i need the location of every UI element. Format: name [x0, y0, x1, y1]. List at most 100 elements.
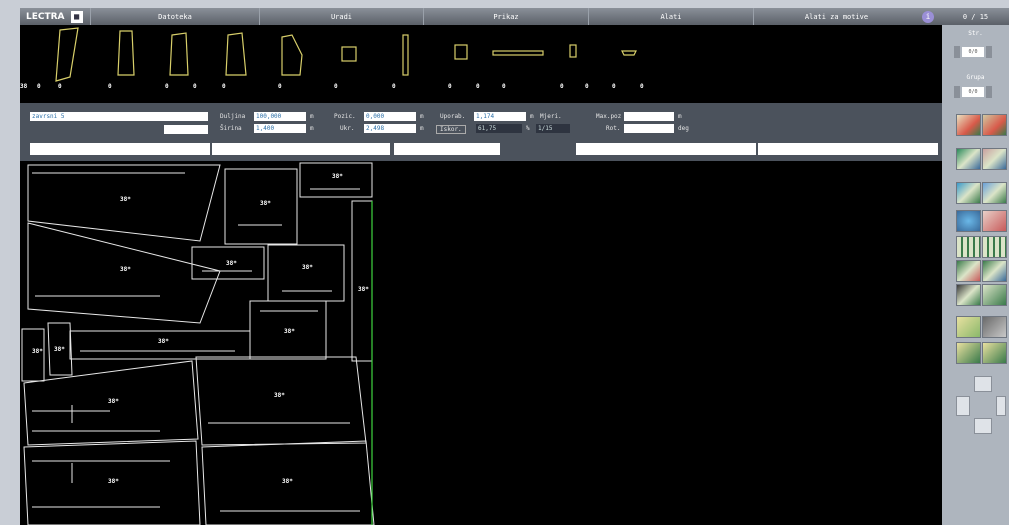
swap-piece-tool-icon[interactable] — [982, 114, 1007, 136]
block-tool-icon[interactable] — [982, 260, 1007, 282]
grupa-spinner[interactable]: 0/0 — [954, 86, 998, 98]
status-field-2 — [212, 143, 390, 155]
texture-tool-icon[interactable] — [982, 316, 1007, 338]
layer2-tool-icon[interactable] — [982, 342, 1007, 364]
strip-count: 0 — [640, 83, 644, 90]
strip-count: 0 — [502, 83, 506, 90]
piece-strip-thumbnails[interactable]: 38 0 0 0 0 0 0 0 0 0 0 0 0 0 0 0 0 — [20, 25, 942, 103]
zoom-tool-icon[interactable] — [956, 210, 981, 232]
right-panel: 0 / 15 Str. 0/0 Grupa 0/0 — [942, 8, 1009, 525]
str-spinner[interactable]: 0/0 — [954, 46, 998, 58]
pattern-piece — [195, 356, 367, 446]
match-tool-icon[interactable] — [956, 260, 981, 282]
strip-count: 0 — [585, 83, 589, 90]
status-field-3 — [394, 143, 500, 155]
arrow-right-icon[interactable] — [986, 86, 992, 98]
strip-count: 0 — [476, 83, 480, 90]
uporab-label: Uporab. — [440, 113, 466, 120]
status-field-1 — [30, 143, 210, 155]
info-bar: zavrsni 5 Duljina 100,000 m Širina 1,400… — [20, 103, 942, 161]
buffer-tool-icon[interactable] — [956, 284, 981, 306]
pattern-piece — [21, 328, 45, 382]
piece-label: 38* — [274, 392, 285, 399]
nav-right-icon[interactable] — [996, 396, 1006, 416]
marker-canvas[interactable]: 38* 38* 38* 38* 38* 38* 38* 38* 38* 38* … — [20, 161, 942, 525]
str-label: Str. — [968, 30, 983, 37]
piece-label: 38* — [260, 200, 271, 207]
delete-tool-icon[interactable] — [982, 210, 1007, 232]
pozic-field[interactable]: 0,000 — [364, 112, 416, 121]
menu-uradi[interactable]: Uradi — [259, 8, 423, 25]
duljina-label: Duljina — [220, 113, 246, 120]
rot-field[interactable] — [624, 124, 674, 133]
maxpoz-field[interactable] — [624, 112, 674, 121]
strip-count: 0 — [560, 83, 564, 90]
strip-count: 0 — [193, 83, 197, 90]
duljina-field[interactable]: 100,000 — [254, 112, 306, 121]
ukr-label: Ukr. — [340, 125, 355, 132]
ukr-field[interactable]: 2,498 — [364, 124, 416, 133]
strip-count: 0 — [37, 83, 41, 90]
menu-datoteka[interactable]: Datoteka — [90, 8, 259, 25]
strip-count: 0 — [448, 83, 452, 90]
iskor-field[interactable]: 61,75 — [476, 124, 522, 133]
nav-down-icon[interactable] — [974, 418, 992, 434]
grupa-value[interactable]: 0/0 — [962, 87, 984, 97]
move-tool-icon[interactable] — [982, 182, 1007, 204]
lectra-logo: LECTRA ◼ — [20, 8, 90, 25]
arrow-right-icon[interactable] — [986, 46, 992, 58]
menu-alati[interactable]: Alati — [588, 8, 753, 25]
info-button[interactable]: i — [919, 8, 937, 25]
pattern-piece — [69, 330, 251, 360]
strip-count: 0 — [612, 83, 616, 90]
spread-tool-icon[interactable] — [982, 236, 1007, 258]
unit-m: m — [310, 113, 314, 120]
status-field-4 — [576, 143, 756, 155]
flip-tool-icon[interactable] — [982, 148, 1007, 170]
piece-label: 38* — [54, 346, 65, 353]
arrow-left-icon[interactable] — [954, 86, 960, 98]
group-tool-icon[interactable] — [956, 148, 981, 170]
pattern-piece — [351, 200, 373, 362]
info-icon: i — [922, 10, 934, 23]
piece-label: 38* — [332, 173, 343, 180]
unit-m: m — [310, 125, 314, 132]
marker-layout[interactable]: 38* 38* 38* 38* 38* 38* 38* 38* 38* 38* … — [20, 161, 942, 525]
piece-label: 38* — [120, 266, 131, 273]
pattern-piece — [267, 244, 345, 302]
layer-tool-icon[interactable] — [956, 342, 981, 364]
marker-name-field[interactable]: zavrsni 5 — [30, 112, 208, 121]
sirina-label: Širina — [220, 125, 242, 132]
maxpoz-label: Max.poz — [596, 113, 622, 120]
nav-left-icon[interactable] — [956, 396, 970, 416]
piece-counter: 0 / 15 — [942, 8, 1009, 25]
nav-up-icon[interactable] — [974, 376, 992, 392]
rotate-tool-icon[interactable] — [956, 182, 981, 204]
strip-count: 0 — [222, 83, 226, 90]
arrow-left-icon[interactable] — [954, 46, 960, 58]
strip-count: 0 — [278, 83, 282, 90]
split-tool-icon[interactable] — [982, 284, 1007, 306]
piece-label: 38* — [284, 328, 295, 335]
pattern-tool-icon[interactable] — [956, 316, 981, 338]
place-piece-tool-icon[interactable] — [956, 114, 981, 136]
piece-strip[interactable]: 38 0 0 0 0 0 0 0 0 0 0 0 0 0 0 0 0 — [20, 25, 942, 103]
menu-alati-za-motive[interactable]: Alati za motive — [753, 8, 919, 25]
sirina-field[interactable]: 1,400 — [254, 124, 306, 133]
strip-count: 0 — [58, 83, 62, 90]
percent-sign: % — [526, 125, 530, 132]
uporab-field[interactable]: 1,174 — [474, 112, 526, 121]
strip-first-label: 38 — [20, 83, 28, 90]
marker-extra-field[interactable] — [164, 125, 208, 134]
pozic-label: Pozic. — [334, 113, 356, 120]
unit-m: m — [420, 125, 424, 132]
piece-label: 38* — [358, 286, 369, 293]
iskor-button[interactable]: Iskor. — [436, 125, 466, 134]
align-tool-icon[interactable] — [956, 236, 981, 258]
str-value[interactable]: 0/0 — [962, 47, 984, 57]
menubar: LECTRA ◼ Datoteka Uradi Prikaz Alati Ala… — [20, 8, 942, 25]
menu-prikaz[interactable]: Prikaz — [423, 8, 588, 25]
deg-label: deg — [678, 125, 689, 132]
ratio-field[interactable]: 1/15 — [536, 124, 570, 133]
user-icon: ◼ — [70, 10, 83, 23]
